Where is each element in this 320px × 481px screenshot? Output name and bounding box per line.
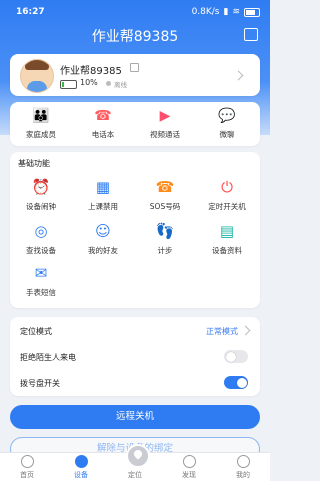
dial-switch-toggle[interactable] — [224, 376, 248, 389]
device-battery-percent: 10% — [80, 78, 98, 87]
device-info-icon: ▤ — [219, 222, 235, 240]
sos-icon: ☎ — [155, 178, 175, 196]
quick-chat[interactable]: 💬 微聊 — [196, 107, 258, 140]
status-bar: 16:27 0.8K/s ▮ ≋ — [0, 0, 270, 22]
profile-name: 作业帮89385 — [60, 66, 122, 77]
wifi-icon: ≋ — [232, 7, 240, 17]
toggle-knob — [236, 377, 247, 388]
func-device-alarm[interactable]: ⏰ 设备闹钟 — [10, 176, 72, 212]
func-label: 上课禁用 — [88, 202, 118, 211]
tab-discover[interactable]: 发现 — [162, 455, 216, 480]
dial-switch-label: 拨号盘开关 — [20, 379, 60, 388]
func-class-ban[interactable]: ▦ 上课禁用 — [72, 176, 134, 212]
quick-video-call[interactable]: ▶ 视频通话 — [134, 107, 196, 140]
avatar — [20, 59, 54, 93]
quick-phonebook[interactable]: ☎ 电话本 — [72, 107, 134, 140]
func-device-info[interactable]: ▤ 设备资料 — [196, 220, 258, 256]
reject-strangers-toggle[interactable] — [224, 350, 248, 363]
power-timer-icon: ⏻ — [221, 178, 233, 196]
quick-family-members[interactable]: 👪 家庭成员 — [10, 107, 72, 140]
func-label: 我的好友 — [88, 246, 118, 255]
quick-label: 电话本 — [91, 130, 115, 139]
func-label: 设备闹钟 — [26, 202, 56, 211]
tab-mine[interactable]: 我的 — [216, 455, 270, 480]
profile-card[interactable]: 作业帮89385 10% 离线 — [10, 54, 260, 96]
func-label: 设备资料 — [212, 246, 242, 255]
location-mode-row[interactable]: 定位模式 正常模式 — [10, 317, 260, 343]
device-status: 离线 — [114, 81, 127, 89]
battery-icon — [244, 7, 260, 17]
compass-icon — [182, 455, 196, 468]
location-mode-value: 正常模式 — [206, 327, 238, 336]
func-sos[interactable]: ☎ SOS号码 — [134, 176, 196, 212]
page-title: 作业帮89385 — [91, 29, 179, 45]
section-title: 基础功能 — [18, 159, 50, 168]
status-right: 0.8K/s ▮ ≋ — [192, 7, 260, 17]
quick-actions: 👪 家庭成员 ☎ 电话本 ▶ 视频通话 💬 微聊 — [10, 102, 260, 146]
tab-label: 我的 — [236, 471, 250, 479]
device-icon — [74, 455, 88, 468]
class-ban-icon: ▦ — [95, 178, 111, 196]
basic-functions-card: 基础功能 ⏰ 设备闹钟 ▦ 上课禁用 ☎ SOS号码 ⏻ 定时开关机 ◎ 查找设… — [10, 152, 260, 308]
quick-label: 视频通话 — [150, 130, 180, 139]
tab-home[interactable]: 首页 — [0, 455, 54, 480]
status-dot-icon — [106, 81, 111, 86]
location-mode-label: 定位模式 — [20, 327, 52, 336]
steps-icon: 👣 — [155, 222, 175, 240]
func-label: SOS号码 — [149, 202, 181, 211]
chevron-right-icon — [240, 325, 251, 336]
tab-label: 设备 — [74, 471, 88, 479]
func-steps[interactable]: 👣 计步 — [134, 220, 196, 256]
video-call-icon: ▶ — [159, 108, 171, 124]
family-icon: 👪 — [32, 108, 50, 124]
func-label: 查找设备 — [26, 246, 56, 255]
device-battery-icon — [60, 80, 77, 89]
find-device-icon: ◎ — [34, 222, 48, 240]
switch-device-icon[interactable] — [244, 28, 258, 41]
settings-card: 定位模式 正常模式 拒绝陌生人来电 拨号盘开关 — [10, 317, 260, 396]
alarm-icon: ⏰ — [31, 178, 51, 196]
phonebook-icon: ☎ — [94, 108, 112, 124]
func-power-timer[interactable]: ⏻ 定时开关机 — [196, 176, 258, 212]
remote-shutdown-button[interactable]: 远程关机 — [10, 405, 260, 429]
func-label: 定时开关机 — [208, 202, 246, 211]
func-watch-sms[interactable]: ✉ 手表短信 — [10, 262, 72, 298]
reject-strangers-label: 拒绝陌生人来电 — [20, 353, 76, 362]
reject-strangers-row: 拒绝陌生人来电 — [10, 343, 260, 369]
toggle-knob — [225, 351, 236, 362]
quick-label: 家庭成员 — [26, 130, 56, 139]
status-time: 16:27 — [16, 7, 45, 17]
chat-icon: 💬 — [218, 108, 236, 124]
quick-label: 微聊 — [219, 130, 235, 139]
func-find-device[interactable]: ◎ 查找设备 — [10, 220, 72, 256]
chevron-right-icon — [233, 70, 244, 81]
func-label: 手表短信 — [26, 288, 56, 297]
tab-label: 发现 — [182, 471, 196, 479]
edit-icon[interactable] — [130, 63, 139, 72]
network-speed: 0.8K/s — [191, 7, 220, 17]
friends-icon: ☺ — [95, 222, 111, 240]
location-pin-icon[interactable] — [126, 444, 150, 468]
func-label: 计步 — [157, 246, 173, 255]
tab-device[interactable]: 设备 — [54, 455, 108, 480]
user-icon — [236, 455, 250, 468]
tab-label: 定位 — [128, 471, 142, 479]
sms-icon: ✉ — [34, 264, 48, 282]
home-icon — [20, 455, 34, 468]
func-my-friends[interactable]: ☺ 我的好友 — [72, 220, 134, 256]
signal-icon: ▮ — [223, 7, 229, 17]
tab-label: 首页 — [20, 471, 34, 479]
dial-switch-row: 拨号盘开关 — [10, 369, 260, 395]
